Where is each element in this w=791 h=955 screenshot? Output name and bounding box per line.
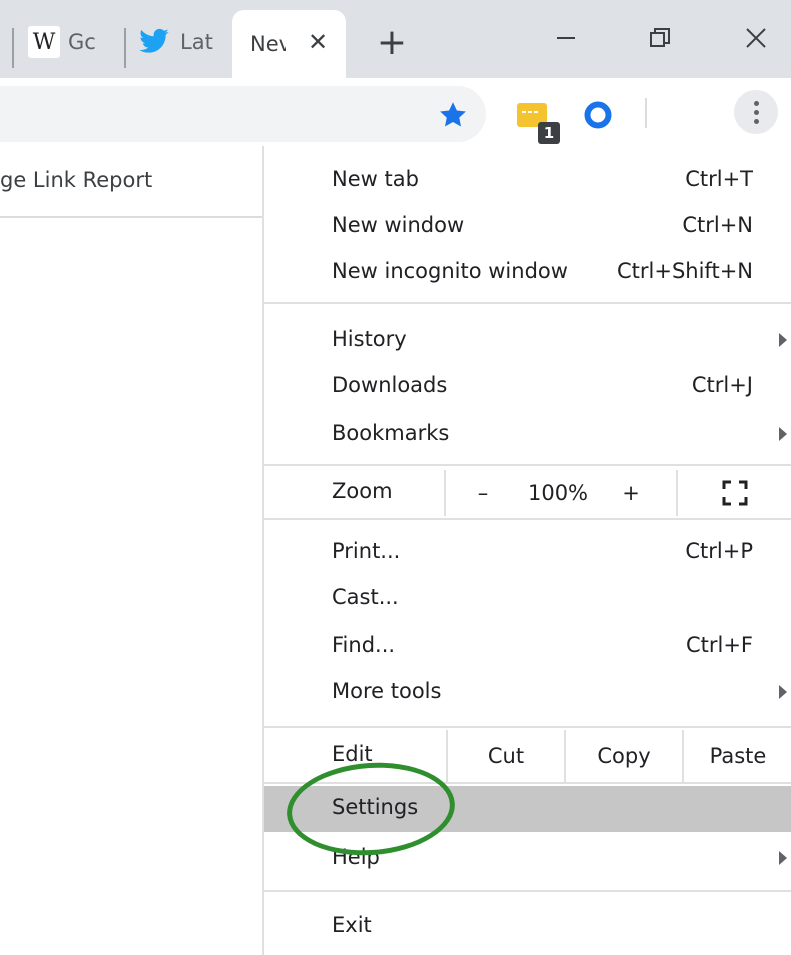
menu-item-label: Exit — [332, 913, 372, 937]
menu-item-more-tools[interactable]: More tools — [264, 670, 791, 716]
menu-separator — [264, 726, 791, 728]
menu-item-label: More tools — [332, 679, 442, 703]
menu-item-label: History — [332, 327, 407, 351]
toolbar-separator — [645, 98, 647, 128]
tab-divider — [12, 28, 14, 68]
menu-item-shortcut: Ctrl+T — [685, 167, 753, 191]
submenu-arrow-icon — [779, 333, 787, 347]
menu-item-exit[interactable]: Exit — [264, 904, 791, 950]
tab-title: Nev — [250, 32, 286, 56]
menu-separator — [264, 890, 791, 892]
page-content — [0, 146, 264, 955]
tab-title: Gc — [68, 30, 96, 54]
menu-separator — [264, 302, 791, 304]
minimize-icon[interactable] — [538, 18, 594, 58]
extension-ring-icon[interactable] — [580, 97, 616, 133]
copy-button[interactable]: Copy — [566, 730, 682, 782]
menu-separator — [264, 464, 791, 466]
menu-separator — [264, 518, 791, 520]
menu-item-label: Cast... — [332, 585, 399, 609]
restore-icon[interactable] — [632, 18, 688, 58]
paste-button[interactable]: Paste — [684, 730, 791, 782]
address-bar[interactable] — [0, 86, 486, 142]
tab-strip: W Gc Lat Nev ✕ + — [0, 0, 791, 78]
menu-item-downloads[interactable]: Downloads Ctrl+J — [264, 364, 791, 410]
menu-item-label: Bookmarks — [332, 421, 450, 445]
submenu-arrow-icon — [779, 427, 787, 441]
menu-item-help[interactable]: Help — [264, 836, 791, 882]
menu-item-shortcut: Ctrl+P — [685, 539, 753, 563]
extension-badge: 1 — [538, 122, 560, 144]
menu-item-label: Help — [332, 845, 380, 869]
menu-item-label: Settings — [332, 795, 419, 819]
menu-edit-row: Edit Cut Copy Paste — [264, 730, 791, 782]
menu-separator — [264, 782, 791, 784]
menu-item-shortcut: Ctrl+F — [685, 633, 753, 657]
tab-close-icon[interactable]: ✕ — [302, 26, 334, 58]
zoom-label: Zoom — [332, 479, 393, 503]
menu-item-new-window[interactable]: New window Ctrl+N — [264, 204, 791, 250]
menu-item-label: Find... — [332, 633, 396, 657]
edit-label: Edit — [332, 742, 373, 766]
menu-item-label: New incognito window — [332, 259, 568, 283]
new-tab-button[interactable]: + — [372, 22, 412, 63]
zoom-divider — [444, 470, 446, 516]
zoom-level-value: 100% — [527, 481, 589, 505]
fullscreen-icon[interactable] — [704, 470, 766, 516]
menu-item-label: New tab — [332, 167, 419, 191]
menu-item-bookmarks[interactable]: Bookmarks — [264, 412, 791, 458]
menu-item-label: Downloads — [332, 373, 448, 397]
menu-item-shortcut: Ctrl+Shift+N — [617, 259, 753, 283]
chrome-main-menu: New tab Ctrl+T New window Ctrl+N New inc… — [262, 146, 791, 955]
zoom-divider — [676, 470, 678, 516]
menu-item-label: New window — [332, 213, 465, 237]
menu-item-new-incognito-window[interactable]: New incognito window Ctrl+Shift+N — [264, 250, 791, 296]
menu-item-shortcut: Ctrl+J — [691, 373, 753, 397]
menu-item-cast[interactable]: Cast... — [264, 576, 791, 622]
cut-button[interactable]: Cut — [448, 730, 564, 782]
menu-item-settings[interactable]: Settings — [264, 786, 791, 832]
menu-item-find[interactable]: Find... Ctrl+F — [264, 624, 791, 670]
zoom-in-button[interactable]: + — [608, 470, 654, 516]
twitter-bird-icon — [138, 28, 170, 56]
tab-divider — [124, 28, 126, 68]
tab-new-tab-active[interactable]: Nev ✕ — [232, 10, 346, 78]
tab-twitter[interactable]: Lat — [138, 18, 230, 66]
bookmark-star-icon[interactable] — [436, 98, 470, 132]
submenu-arrow-icon — [779, 851, 787, 865]
tab-wikipedia[interactable]: W Gc — [28, 18, 118, 66]
menu-item-new-tab[interactable]: New tab Ctrl+T — [264, 158, 791, 204]
menu-item-print[interactable]: Print... Ctrl+P — [264, 530, 791, 576]
zoom-out-button[interactable]: – — [460, 470, 506, 516]
menu-item-label: Print... — [332, 539, 401, 563]
page-divider — [0, 216, 262, 218]
tab-title: Lat — [180, 30, 213, 54]
menu-item-history[interactable]: History — [264, 318, 791, 364]
chrome-menu-icon[interactable] — [734, 90, 778, 134]
menu-item-shortcut: Ctrl+N — [682, 213, 753, 237]
page-partial-link[interactable]: ge Link Report — [0, 168, 152, 192]
submenu-arrow-icon — [779, 685, 787, 699]
menu-zoom-row: Zoom – 100% + — [264, 470, 791, 516]
close-window-icon[interactable] — [728, 18, 784, 58]
wikipedia-icon: W — [28, 26, 60, 58]
toolbar — [0, 78, 791, 146]
